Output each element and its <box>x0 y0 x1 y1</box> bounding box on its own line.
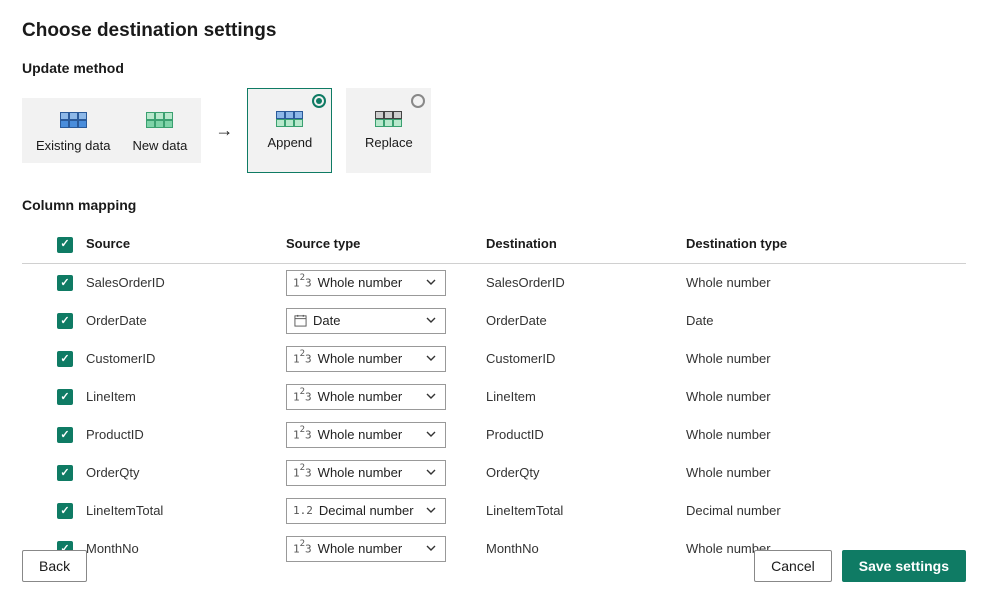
table-row: SalesOrderID123Whole numberSalesOrderIDW… <box>22 263 966 302</box>
source-cell: LineItemTotal <box>86 492 286 530</box>
source-type-label: Whole number <box>318 465 423 480</box>
table-row: CustomerID123Whole numberCustomerIDWhole… <box>22 340 966 378</box>
destination-cell: ProductID <box>486 416 686 454</box>
radio-icon <box>312 94 326 108</box>
source-type-label: Whole number <box>318 389 423 404</box>
chevron-down-icon <box>423 275 439 290</box>
chevron-down-icon <box>423 313 439 328</box>
calendar-type-icon <box>293 314 307 327</box>
table-row: LineItem123Whole numberLineItemWhole num… <box>22 378 966 416</box>
destination-type-cell: Whole number <box>686 340 966 378</box>
table-row: LineItemTotal1.2Decimal numberLineItemTo… <box>22 492 966 530</box>
chevron-down-icon <box>423 389 439 404</box>
header-source-type: Source type <box>286 225 486 263</box>
existing-data-icon <box>60 112 87 128</box>
destination-type-cell: Whole number <box>686 416 966 454</box>
method-replace[interactable]: Replace <box>346 88 431 173</box>
chevron-down-icon <box>423 465 439 480</box>
row-checkbox[interactable] <box>57 351 73 367</box>
destination-cell: LineItemTotal <box>486 492 686 530</box>
row-checkbox[interactable] <box>57 465 73 481</box>
legend-newdata: New data <box>132 112 187 153</box>
destination-type-cell: Date <box>686 302 966 340</box>
column-mapping-table: Source Source type Destination Destinati… <box>22 225 966 568</box>
destination-type-cell: Whole number <box>686 378 966 416</box>
footer: Back Cancel Save settings <box>22 550 966 582</box>
row-checkbox[interactable] <box>57 389 73 405</box>
legend-existing-label: Existing data <box>36 138 110 153</box>
source-type-label: Whole number <box>318 351 423 366</box>
source-cell: SalesOrderID <box>86 263 286 302</box>
source-type-dropdown[interactable]: 123 Whole number <box>286 460 446 486</box>
save-settings-button[interactable]: Save settings <box>842 550 966 582</box>
legend-existing: Existing data <box>36 112 110 153</box>
source-type-dropdown[interactable]: 123 Whole number <box>286 384 446 410</box>
destination-cell: CustomerID <box>486 340 686 378</box>
table-row: OrderDateDateOrderDateDate <box>22 302 966 340</box>
checkbox-all[interactable] <box>57 237 73 253</box>
row-checkbox[interactable] <box>57 503 73 519</box>
source-type-dropdown[interactable]: 123 Whole number <box>286 346 446 372</box>
source-type-dropdown[interactable]: 123 Whole number <box>286 422 446 448</box>
table-row: OrderQty123Whole numberOrderQtyWhole num… <box>22 454 966 492</box>
whole-number-type-icon: 123 <box>293 275 312 290</box>
chevron-down-icon <box>423 351 439 366</box>
source-type-label: Whole number <box>318 427 423 442</box>
destination-type-cell: Decimal number <box>686 492 966 530</box>
replace-icon <box>375 111 402 127</box>
destination-cell: OrderQty <box>486 454 686 492</box>
header-destination: Destination <box>486 225 686 263</box>
header-destination-type: Destination type <box>686 225 966 263</box>
append-icon <box>276 111 303 127</box>
back-button[interactable]: Back <box>22 550 87 582</box>
update-method-row: Existing data New data → Append Replace <box>22 88 966 173</box>
section-update-method: Update method <box>22 60 966 76</box>
source-cell: OrderDate <box>86 302 286 340</box>
destination-cell: LineItem <box>486 378 686 416</box>
legend-box: Existing data New data <box>22 98 201 163</box>
method-append[interactable]: Append <box>247 88 332 173</box>
destination-type-cell: Whole number <box>686 263 966 302</box>
row-checkbox[interactable] <box>57 275 73 291</box>
source-type-dropdown[interactable]: 1.2 Decimal number <box>286 498 446 524</box>
header-source: Source <box>86 225 286 263</box>
whole-number-type-icon: 123 <box>293 427 312 442</box>
new-data-icon <box>146 112 173 128</box>
source-cell: ProductID <box>86 416 286 454</box>
whole-number-type-icon: 123 <box>293 465 312 480</box>
page-title: Choose destination settings <box>22 20 966 42</box>
cancel-button[interactable]: Cancel <box>754 550 832 582</box>
chevron-down-icon <box>423 503 439 518</box>
legend-newdata-label: New data <box>132 138 187 153</box>
whole-number-type-icon: 123 <box>293 351 312 366</box>
source-cell: OrderQty <box>86 454 286 492</box>
source-type-label: Decimal number <box>319 503 423 518</box>
decimal-type-icon: 1.2 <box>293 504 313 517</box>
whole-number-type-icon: 123 <box>293 389 312 404</box>
row-checkbox[interactable] <box>57 313 73 329</box>
source-type-label: Date <box>313 313 423 328</box>
method-replace-label: Replace <box>365 135 413 150</box>
row-checkbox[interactable] <box>57 427 73 443</box>
destination-cell: OrderDate <box>486 302 686 340</box>
source-type-dropdown[interactable]: 123 Whole number <box>286 270 446 296</box>
destination-cell: SalesOrderID <box>486 263 686 302</box>
arrow-icon: → <box>215 120 233 141</box>
section-column-mapping: Column mapping <box>22 197 966 213</box>
column-mapping-table-container: Source Source type Destination Destinati… <box>22 225 966 568</box>
radio-icon <box>411 94 425 108</box>
table-header-row: Source Source type Destination Destinati… <box>22 225 966 263</box>
chevron-down-icon <box>423 427 439 442</box>
table-row: ProductID123Whole numberProductIDWhole n… <box>22 416 966 454</box>
method-append-label: Append <box>267 135 312 150</box>
destination-type-cell: Whole number <box>686 454 966 492</box>
source-type-dropdown[interactable]: Date <box>286 308 446 334</box>
source-type-label: Whole number <box>318 275 423 290</box>
source-cell: LineItem <box>86 378 286 416</box>
source-cell: CustomerID <box>86 340 286 378</box>
